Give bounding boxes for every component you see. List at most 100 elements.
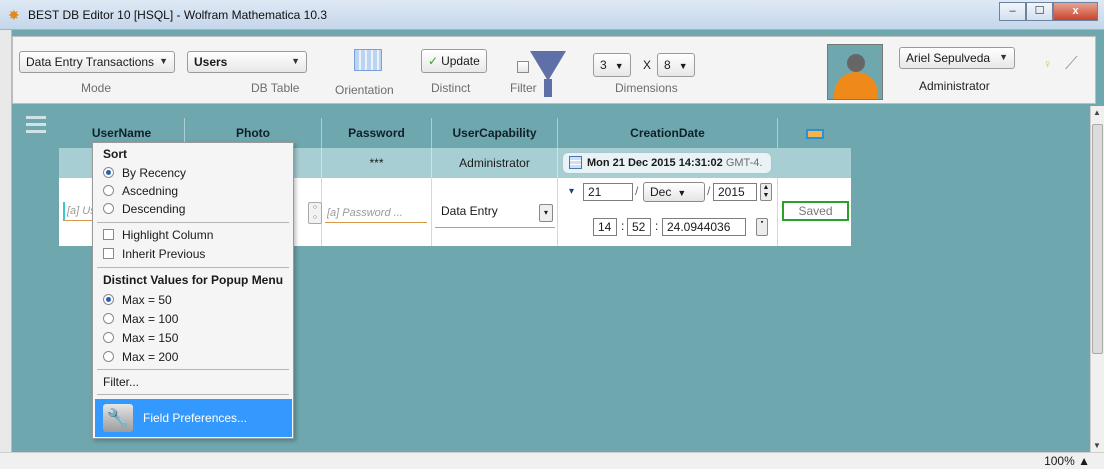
filter-menu-item[interactable]: Filter...: [103, 373, 139, 391]
menu-divider: [97, 394, 289, 395]
scroll-down-icon[interactable]: ▼: [1093, 441, 1101, 450]
scroll-up-icon[interactable]: ▲: [1093, 108, 1101, 117]
field-preferences-label: Field Preferences...: [143, 411, 248, 425]
inherit-previous-label: Inherit Previous: [122, 247, 206, 261]
time-spinner-icon[interactable]: ▪: [756, 218, 768, 236]
header-user-capability[interactable]: UserCapability: [432, 118, 558, 148]
chevron-down-icon: ▼: [614, 61, 624, 71]
minute-input[interactable]: 52: [627, 218, 651, 236]
chevron-down-icon: ▼: [159, 56, 168, 66]
max-150-option[interactable]: Max = 150: [103, 329, 178, 347]
collapse-chevron-icon[interactable]: ▾: [569, 186, 574, 197]
column-toggle-icon[interactable]: [805, 128, 824, 139]
rows-value: 3: [600, 58, 607, 72]
orientation-caption: Orientation: [335, 83, 394, 97]
max-option-label: Max = 50: [122, 293, 172, 307]
calendar-icon: [569, 156, 582, 169]
highlight-column-option[interactable]: Highlight Column: [103, 226, 213, 244]
maximize-button[interactable]: ☐: [1026, 2, 1053, 21]
menu-divider: [97, 222, 289, 223]
capability-value: Data Entry: [441, 204, 498, 218]
user-name: Ariel Sepulveda: [906, 51, 991, 65]
funnel-icon[interactable]: [530, 51, 566, 81]
radio-icon: [103, 185, 114, 196]
field-preferences-item[interactable]: 🔧 Field Preferences...: [95, 399, 292, 437]
mode-select[interactable]: Data Entry Transactions ▼: [19, 51, 175, 73]
sort-option-label: Ascedning: [122, 184, 179, 198]
avatar[interactable]: [827, 44, 883, 100]
max-200-option[interactable]: Max = 200: [103, 348, 178, 366]
year-spinner-icon[interactable]: ▲ ▼: [760, 183, 772, 201]
db-table-value: Users: [194, 55, 228, 69]
radio-selected-icon: [103, 294, 114, 305]
update-distinct-button[interactable]: ✓ Update: [421, 49, 487, 73]
header-creation-date[interactable]: CreationDate: [558, 118, 778, 148]
chevron-up-icon: ▲: [1078, 454, 1090, 468]
lightbulb-icon[interactable]: ♀: [1043, 57, 1052, 71]
capability-select[interactable]: Data Entry ▾: [435, 194, 555, 228]
toolbar: Data Entry Transactions ▼ Mode Users ▼ D…: [12, 36, 1096, 104]
password-input[interactable]: [a] Password ...: [325, 204, 427, 223]
hour-input[interactable]: 14: [593, 218, 617, 236]
left-edge: [0, 30, 12, 452]
pin-icon[interactable]: ⟋: [1065, 53, 1078, 74]
user-select[interactable]: Ariel Sepulveda ▼: [899, 47, 1015, 69]
column-toggle-cell: [778, 118, 851, 148]
window-controls: – ☐ x: [999, 2, 1098, 21]
orientation-group: Orientation: [335, 37, 405, 105]
vertical-scrollbar[interactable]: ▲ ▼: [1090, 106, 1104, 452]
db-table-select[interactable]: Users ▼: [187, 51, 307, 73]
status-bar: 100% ▲: [0, 452, 1104, 469]
radio-selected-icon: [103, 167, 114, 178]
max-100-option[interactable]: Max = 100: [103, 310, 178, 328]
filter-checkbox[interactable]: [517, 61, 529, 73]
radio-icon: [103, 203, 114, 214]
close-button[interactable]: x: [1053, 2, 1098, 21]
cell-capability[interactable]: Administrator: [432, 148, 558, 178]
cell-password[interactable]: ***: [322, 148, 432, 178]
scroll-thumb[interactable]: [1092, 124, 1103, 354]
update-label: Update: [441, 54, 480, 68]
window-title: BEST DB Editor 10 [HSQL] - Wolfram Mathe…: [28, 8, 328, 22]
db-table-caption: DB Table: [251, 81, 300, 95]
month-value: Dec: [650, 185, 672, 199]
chevron-down-icon: ▼: [291, 56, 300, 66]
second-input[interactable]: 24.0944036: [662, 218, 746, 236]
avatar-body: [834, 72, 878, 99]
radio-icon: [103, 351, 114, 362]
cols-select[interactable]: 8 ▼: [657, 53, 695, 77]
saved-status: Saved: [782, 201, 849, 221]
distinct-values-title: Distinct Values for Popup Menu: [103, 273, 284, 287]
funnel-stem: [544, 79, 552, 97]
wrench-icon: 🔧: [103, 404, 133, 432]
creation-date-pill[interactable]: Mon 21 Dec 2015 14:31:02 GMT-4.: [562, 152, 772, 174]
filter-caption: Filter: [510, 81, 537, 95]
month-select[interactable]: Dec ▼: [643, 182, 705, 202]
menu-divider: [97, 267, 289, 268]
minimize-button[interactable]: –: [999, 2, 1026, 21]
sort-ascending[interactable]: Ascedning: [103, 182, 178, 200]
year-input[interactable]: 2015: [713, 183, 757, 201]
dimensions-caption: Dimensions: [615, 81, 678, 95]
app-window: ✸ BEST DB Editor 10 [HSQL] - Wolfram Mat…: [0, 0, 1104, 469]
day-input[interactable]: 21: [583, 183, 633, 201]
max-50-option[interactable]: Max = 50: [103, 291, 172, 309]
zoom-level[interactable]: 100% ▲: [1044, 454, 1090, 468]
rows-select[interactable]: 3 ▼: [593, 53, 631, 77]
table-orientation-icon[interactable]: [354, 49, 382, 71]
avatar-head: [847, 54, 865, 72]
checkbox-icon: [103, 229, 114, 240]
menu-divider: [97, 369, 289, 370]
chevron-down-icon: ▼: [678, 61, 688, 71]
hamburger-menu-icon[interactable]: [26, 116, 46, 137]
chevron-down-icon: ▼: [677, 188, 687, 198]
header-password[interactable]: Password: [322, 118, 432, 148]
distinct-caption: Distinct: [431, 81, 471, 95]
column-context-menu: Sort By Recency Ascedning Descending Hig…: [92, 142, 294, 439]
photo-upload-icon[interactable]: ○ ○: [308, 202, 322, 224]
inherit-previous-option[interactable]: Inherit Previous: [103, 245, 205, 263]
sort-descending[interactable]: Descending: [103, 200, 185, 218]
sort-by-recency[interactable]: By Recency: [103, 164, 186, 182]
mode-caption: Mode: [81, 81, 112, 95]
max-option-label: Max = 150: [122, 331, 179, 345]
